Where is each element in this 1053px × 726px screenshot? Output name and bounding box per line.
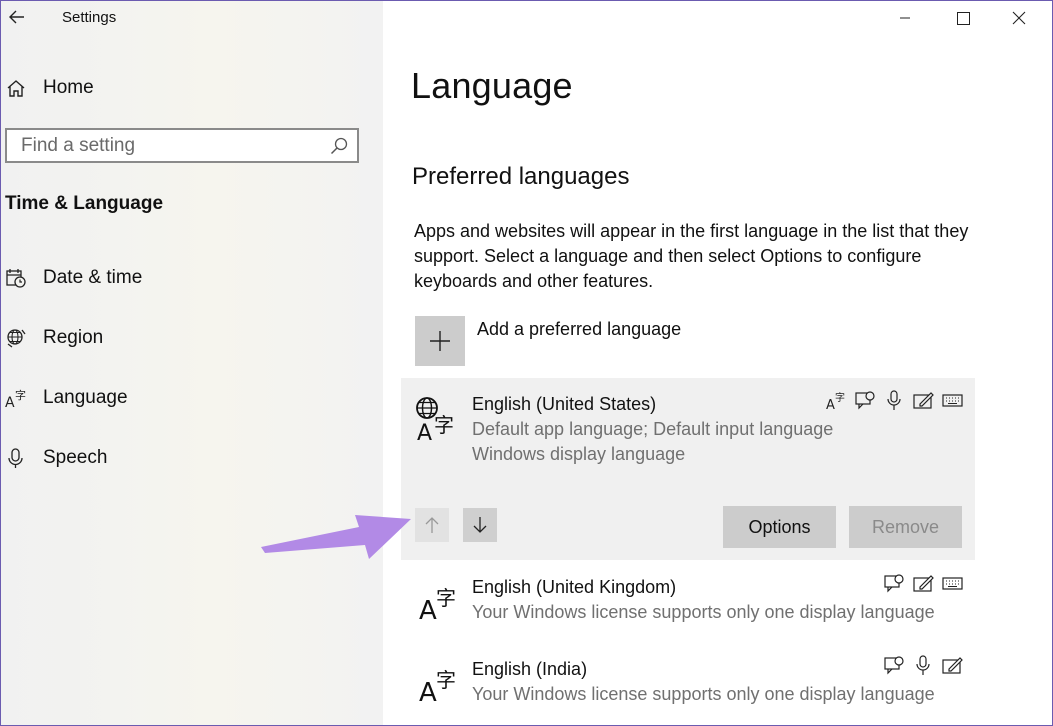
svg-text:A: A [419, 596, 437, 625]
minimize-button[interactable] [882, 3, 928, 33]
back-button[interactable] [5, 6, 29, 28]
window-controls [882, 1, 1052, 35]
sidebar-item-label: Language [43, 387, 128, 408]
svg-text:A: A [417, 421, 432, 442]
language-features [884, 573, 963, 594]
svg-text:字: 字 [835, 391, 845, 404]
speech-recognition-icon [913, 655, 934, 676]
keyboard-icon [942, 390, 963, 411]
speech-recognition-icon [884, 390, 905, 411]
sidebar-item-home[interactable]: Home [1, 68, 383, 108]
window-title: Settings [62, 9, 117, 26]
display-language-icon: A 字 [416, 397, 454, 442]
language-features: A字 [826, 390, 963, 411]
back-arrow-icon [9, 10, 24, 24]
language-item[interactable]: A 字 English (India) Your Windows license… [401, 651, 975, 721]
language-item[interactable]: A 字 English (United Kingdom) Your Window… [401, 569, 975, 639]
sidebar-item-label: Home [43, 77, 94, 98]
arrow-up-icon [425, 517, 439, 533]
calendar-clock-icon [5, 267, 27, 289]
language-icon: A 字 [5, 387, 27, 409]
microphone-icon [5, 447, 27, 469]
language-name: English (India) [472, 659, 588, 679]
sidebar: Settings Home Time & Language [1, 1, 383, 725]
description-text: Apps and websites will appear in the fir… [414, 221, 969, 291]
language-status-2: Windows display language [472, 444, 686, 464]
move-down-button[interactable] [463, 508, 497, 542]
minimize-icon [900, 17, 910, 19]
search-icon[interactable] [329, 136, 349, 156]
language-name: English (United States) [472, 394, 657, 414]
arrow-down-icon [473, 517, 487, 533]
add-box[interactable] [415, 316, 465, 366]
text-to-speech-icon [884, 655, 905, 676]
move-up-button[interactable] [415, 508, 449, 542]
language-name: English (United Kingdom) [472, 577, 677, 597]
page-title: Language [411, 65, 573, 106]
svg-text:字: 字 [434, 413, 454, 437]
svg-text:A: A [826, 398, 835, 411]
svg-text:A: A [419, 678, 437, 707]
display-language-icon: A字 [826, 390, 847, 411]
language-features [884, 655, 963, 676]
section-title: Time & Language [5, 193, 164, 214]
close-button[interactable] [996, 3, 1042, 33]
language-status: Your Windows license supports only one d… [472, 602, 935, 622]
language-status: Your Windows license supports only one d… [472, 684, 935, 704]
home-icon [5, 77, 27, 99]
language-item-selected[interactable]: A 字 English (United States) Default app … [401, 378, 975, 560]
remove-button[interactable]: Remove [849, 506, 962, 548]
text-to-speech-icon [884, 573, 905, 594]
sidebar-item-region[interactable]: Region [1, 318, 383, 358]
svg-text:字: 字 [15, 388, 26, 402]
plus-icon [430, 331, 450, 351]
text-to-speech-icon [855, 390, 876, 411]
close-icon [1012, 11, 1026, 25]
sidebar-item-label: Speech [43, 447, 108, 468]
maximize-button[interactable] [940, 3, 986, 33]
handwriting-icon [913, 573, 934, 594]
language-icon: A 字 [419, 668, 456, 707]
settings-window: Settings Home Time & Language [0, 0, 1053, 726]
search-box[interactable] [5, 128, 359, 163]
handwriting-icon [942, 655, 963, 676]
maximize-icon [956, 11, 970, 25]
svg-text:字: 字 [436, 586, 456, 610]
sidebar-item-label: Region [43, 327, 104, 348]
title-bar: Settings [1, 1, 383, 35]
handwriting-icon [913, 390, 934, 411]
language-icon: A 字 [419, 586, 456, 625]
search-input[interactable] [7, 130, 321, 161]
add-language-button[interactable]: Add a preferred language [415, 316, 681, 366]
language-status: Default app language; Default input lang… [472, 419, 834, 439]
sidebar-item-date-time[interactable]: Date & time [1, 258, 383, 298]
sidebar-item-label: Date & time [43, 267, 143, 288]
add-language-label: Add a preferred language [477, 319, 682, 339]
svg-text:A: A [5, 395, 15, 409]
svg-text:字: 字 [436, 668, 456, 692]
sidebar-item-speech[interactable]: Speech [1, 438, 383, 478]
section-heading: Preferred languages [412, 163, 630, 190]
keyboard-icon [942, 573, 963, 594]
sidebar-item-language[interactable]: A 字 Language [1, 378, 383, 418]
options-button[interactable]: Options [723, 506, 836, 548]
annotation-arrow [261, 515, 411, 559]
globe-icon [5, 327, 27, 349]
